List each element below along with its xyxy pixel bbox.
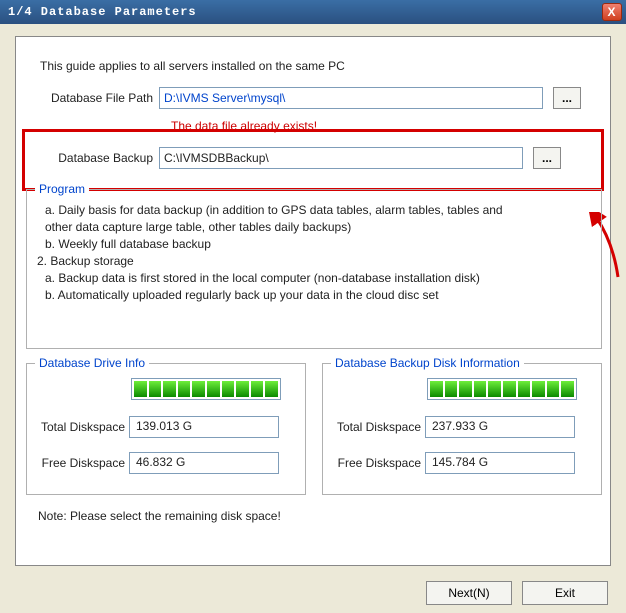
drive-total-row: Total Diskspace 139.013 G bbox=[31, 416, 279, 438]
backup-total-label: Total Diskspace bbox=[327, 420, 425, 434]
main-panel: This guide applies to all servers instal… bbox=[15, 36, 611, 566]
program-groupbox: Program a. Daily basis for data backup (… bbox=[26, 189, 602, 349]
drive-info-groupbox: Database Drive Info Total Diskspace 139.… bbox=[26, 363, 306, 495]
backup-info-groupbox: Database Backup Disk Information Total D… bbox=[322, 363, 602, 495]
backup-path-input[interactable] bbox=[159, 147, 523, 169]
drive-usage-meter bbox=[131, 378, 281, 400]
program-help-text: a. Daily basis for data backup (in addit… bbox=[27, 190, 601, 312]
file-path-label: Database File Path bbox=[44, 91, 159, 105]
window-title: 1/4 Database Parameters bbox=[8, 5, 602, 19]
note-text: Note: Please select the remaining disk s… bbox=[38, 509, 281, 523]
drive-free-label: Free Diskspace bbox=[31, 456, 129, 470]
backup-total-row: Total Diskspace 237.933 G bbox=[327, 416, 575, 438]
drive-free-value: 46.832 G bbox=[129, 452, 279, 474]
next-button[interactable]: Next(N) bbox=[426, 581, 512, 605]
backup-free-row: Free Diskspace 145.784 G bbox=[327, 452, 575, 474]
file-path-input[interactable] bbox=[159, 87, 543, 109]
intro-text: This guide applies to all servers instal… bbox=[40, 59, 345, 73]
backup-path-browse-button[interactable]: ... bbox=[533, 147, 561, 169]
backup-usage-meter bbox=[427, 378, 577, 400]
titlebar: 1/4 Database Parameters X bbox=[0, 0, 626, 24]
backup-free-value: 145.784 G bbox=[425, 452, 575, 474]
drive-total-label: Total Diskspace bbox=[31, 420, 129, 434]
drive-total-value: 139.013 G bbox=[129, 416, 279, 438]
file-path-row: Database File Path ... bbox=[44, 87, 581, 109]
exit-button[interactable]: Exit bbox=[522, 581, 608, 605]
backup-path-row: Database Backup ... bbox=[44, 147, 561, 169]
backup-info-legend: Database Backup Disk Information bbox=[331, 356, 524, 370]
backup-free-label: Free Diskspace bbox=[327, 456, 425, 470]
close-icon[interactable]: X bbox=[602, 3, 622, 21]
drive-info-legend: Database Drive Info bbox=[35, 356, 149, 370]
backup-total-value: 237.933 G bbox=[425, 416, 575, 438]
drive-free-row: Free Diskspace 46.832 G bbox=[31, 452, 279, 474]
backup-path-label: Database Backup bbox=[44, 151, 159, 165]
file-path-browse-button[interactable]: ... bbox=[553, 87, 581, 109]
program-legend: Program bbox=[35, 182, 89, 196]
footer-bar: Next(N) Exit bbox=[0, 573, 626, 613]
exists-message: The data file already exists! bbox=[171, 119, 317, 133]
